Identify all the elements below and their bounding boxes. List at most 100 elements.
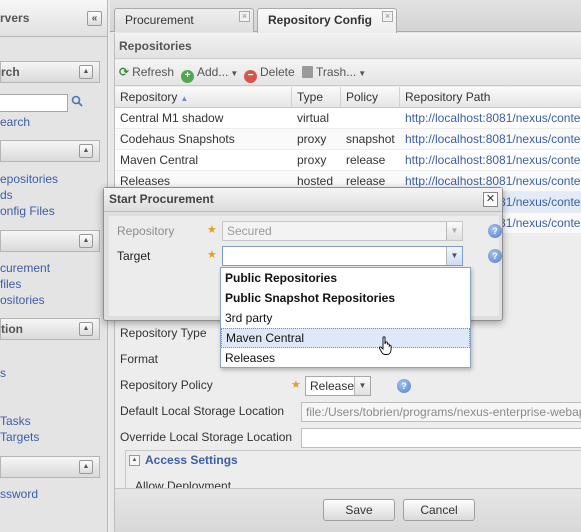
close-tab-icon[interactable]: × bbox=[382, 11, 393, 22]
trash-icon bbox=[302, 66, 313, 78]
help-icon[interactable]: ? bbox=[397, 379, 411, 393]
target-label: Target bbox=[117, 249, 151, 263]
sidebar-title: rvers bbox=[0, 11, 30, 25]
repository-label: Repository bbox=[117, 224, 175, 238]
sidebar-panel-views-header[interactable]: ▲ bbox=[0, 140, 100, 162]
repositories-panel-title: Repositories bbox=[115, 33, 581, 59]
tab-label: Procurement bbox=[125, 13, 194, 27]
sidebar-link-admin-item[interactable]: s bbox=[0, 366, 6, 380]
cell-type: proxy bbox=[297, 132, 327, 146]
add-button[interactable]: + Add... ▼ bbox=[181, 65, 238, 83]
target-option-3rd-party[interactable]: 3rd party bbox=[221, 308, 470, 328]
double-chevron-left-icon[interactable]: « bbox=[87, 11, 102, 26]
cell-repository: Codehaus Snapshots bbox=[120, 132, 235, 146]
delete-icon: − bbox=[244, 70, 257, 83]
cancel-button[interactable]: Cancel bbox=[403, 499, 475, 521]
collapse-panel-icon[interactable]: ▲ bbox=[79, 322, 93, 336]
sidebar-link-procurement[interactable]: curement bbox=[0, 261, 50, 275]
repository-select: Secured ▼ bbox=[222, 221, 463, 241]
dialog-header[interactable]: Start Procurement ✕ bbox=[104, 188, 502, 212]
cell-repository-path[interactable]: http://localhost:8081/nexus/content/re bbox=[400, 129, 581, 150]
sidebar-link-targets[interactable]: Targets bbox=[0, 430, 39, 444]
target-option-public-snapshot-repositories[interactable]: Public Snapshot Repositories bbox=[221, 288, 470, 308]
chevron-down-icon[interactable]: ▼ bbox=[446, 247, 462, 265]
collapse-section-icon[interactable]: ▲ bbox=[129, 455, 140, 466]
sidebar-panel-title: rch bbox=[1, 65, 20, 79]
access-settings-title: Access Settings bbox=[145, 453, 238, 467]
column-header-repository-path[interactable]: Repository Path bbox=[400, 87, 581, 108]
tab-procurement[interactable]: Procurement × bbox=[114, 8, 254, 32]
tab-bar: Procurement × Repository Config × bbox=[110, 0, 581, 33]
delete-button[interactable]: − Delete bbox=[244, 65, 295, 83]
refresh-button[interactable]: ⟳ Refresh bbox=[119, 65, 174, 79]
sidebar-link-groups[interactable]: ds bbox=[0, 188, 13, 202]
tab-label: Repository Config bbox=[268, 13, 372, 27]
default-storage-field[interactable]: file:/Users/tobrien/programs/nexus-enter… bbox=[301, 402, 581, 422]
repository-policy-label: Repository Policy bbox=[120, 378, 213, 392]
repositories-toolbar: ⟳ Refresh + Add... ▼ − Delete Trash... ▼ bbox=[115, 60, 581, 86]
repository-policy-value: Release bbox=[310, 379, 355, 393]
dialog-title: Start Procurement bbox=[109, 192, 214, 206]
column-label: Repository bbox=[120, 90, 178, 104]
repository-value: Secured bbox=[227, 224, 272, 238]
cell-policy: snapshot bbox=[346, 132, 395, 146]
trash-label: Trash... bbox=[316, 65, 357, 79]
sidebar-panel-account-header[interactable]: ▲ bbox=[0, 456, 100, 478]
close-icon[interactable]: ✕ bbox=[483, 192, 498, 207]
target-select[interactable]: ▼ bbox=[222, 246, 463, 266]
cell-type: proxy bbox=[297, 153, 327, 167]
table-row[interactable]: Central M1 shadow virtual http://localho… bbox=[115, 108, 581, 129]
collapse-panel-icon[interactable]: ▲ bbox=[79, 65, 93, 79]
collapse-panel-icon[interactable]: ▲ bbox=[79, 460, 93, 474]
sidebar-panel-title: tion bbox=[1, 322, 23, 336]
form-button-bar: Save Cancel bbox=[115, 488, 581, 532]
sidebar-link-proc-repositories[interactable]: ositories bbox=[0, 293, 45, 307]
collapse-panel-icon[interactable]: ▲ bbox=[79, 144, 93, 158]
sort-asc-icon: ▲ bbox=[180, 94, 189, 103]
sidebar-header: rvers « bbox=[0, 0, 107, 37]
repository-policy-select[interactable]: Release ▼ bbox=[305, 376, 371, 396]
cell-repository-path[interactable]: http://localhost:8081/nexus/content/re bbox=[400, 108, 581, 129]
sidebar-link-repositories[interactable]: epositories bbox=[0, 172, 58, 186]
repositories-grid-header: Repository ▲ Type Policy Repository Path bbox=[115, 87, 581, 108]
sidebar-panel-administration-header[interactable]: tion ▲ bbox=[0, 318, 100, 340]
hand-cursor-icon bbox=[378, 336, 392, 355]
chevron-down-icon: ▼ bbox=[446, 222, 462, 240]
trash-button[interactable]: Trash... ▼ bbox=[302, 65, 366, 79]
target-dropdown-list: Public Repositories Public Snapshot Repo… bbox=[220, 267, 471, 368]
target-option-maven-central[interactable]: Maven Central bbox=[221, 328, 470, 348]
tab-repository-config[interactable]: Repository Config × bbox=[257, 8, 397, 33]
help-icon[interactable]: ? bbox=[488, 249, 502, 263]
sidebar-panel-search-header[interactable]: rch ▲ bbox=[0, 61, 100, 83]
sidebar-link-profiles[interactable]: files bbox=[0, 277, 21, 291]
sidebar-link-advanced-search[interactable]: earch bbox=[0, 115, 30, 129]
cell-policy: release bbox=[346, 153, 386, 167]
close-tab-icon[interactable]: × bbox=[239, 11, 250, 22]
column-header-repository[interactable]: Repository ▲ bbox=[115, 87, 292, 108]
column-header-type[interactable]: Type bbox=[292, 87, 341, 108]
default-storage-label: Default Local Storage Location bbox=[120, 404, 285, 418]
help-icon[interactable]: ? bbox=[488, 224, 502, 238]
access-settings-legend[interactable]: ▲ Access Settings bbox=[127, 453, 242, 467]
column-header-policy[interactable]: Policy bbox=[341, 87, 400, 108]
cell-repository: Maven Central bbox=[120, 153, 199, 167]
target-option-releases[interactable]: Releases bbox=[221, 348, 470, 368]
repository-type-label: Repository Type bbox=[120, 326, 207, 340]
table-row[interactable]: Maven Central proxy release http://local… bbox=[115, 150, 581, 171]
sidebar-search-input[interactable] bbox=[0, 94, 68, 112]
sidebar-panel-procurement-header[interactable]: ▲ bbox=[0, 230, 100, 252]
save-button[interactable]: Save bbox=[323, 499, 395, 521]
search-icon[interactable] bbox=[68, 93, 86, 113]
sidebar-link-change-password[interactable]: ssword bbox=[0, 487, 38, 501]
sidebar-link-tasks[interactable]: Tasks bbox=[0, 414, 31, 428]
override-storage-label: Override Local Storage Location bbox=[120, 430, 293, 444]
collapse-panel-icon[interactable]: ▲ bbox=[79, 234, 93, 248]
cell-repository-path[interactable]: http://localhost:8081/nexus/content/re bbox=[400, 150, 581, 171]
chevron-down-icon[interactable]: ▼ bbox=[354, 377, 370, 395]
add-icon: + bbox=[181, 70, 194, 83]
override-storage-field[interactable] bbox=[301, 428, 581, 448]
table-row[interactable]: Codehaus Snapshots proxy snapshot http:/… bbox=[115, 129, 581, 150]
sidebar-link-config-files[interactable]: onfig Files bbox=[0, 204, 55, 218]
target-option-public-repositories[interactable]: Public Repositories bbox=[221, 268, 470, 288]
refresh-label: Refresh bbox=[132, 65, 175, 79]
